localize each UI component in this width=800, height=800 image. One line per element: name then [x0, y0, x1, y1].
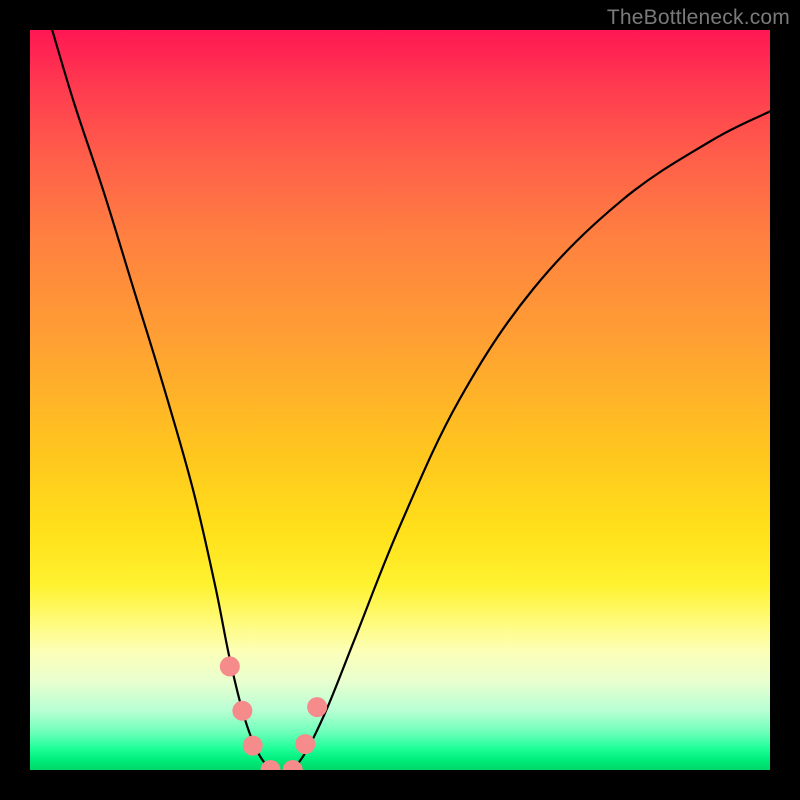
- bottleneck-curve-svg: [30, 30, 770, 770]
- marker-left-2: [232, 701, 252, 721]
- marker-left-3: [243, 736, 263, 756]
- plot-area: [30, 30, 770, 770]
- curve-markers: [220, 656, 327, 770]
- marker-right-2: [307, 697, 327, 717]
- bottleneck-curve: [52, 30, 770, 770]
- watermark: TheBottleneck.com: [607, 6, 790, 30]
- marker-left-1: [220, 656, 240, 676]
- marker-right-1: [295, 734, 315, 754]
